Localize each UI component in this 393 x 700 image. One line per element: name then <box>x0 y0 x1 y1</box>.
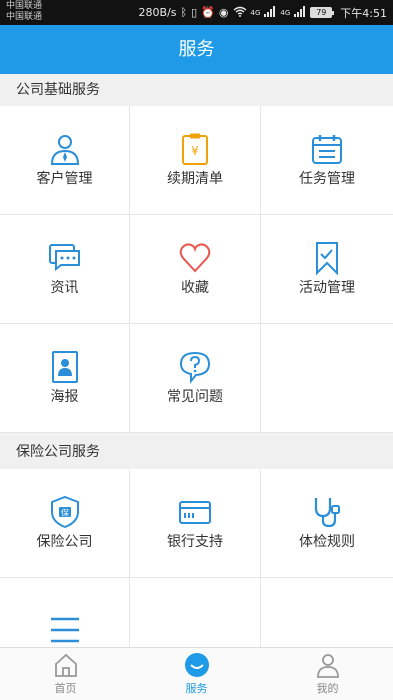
service-exam-rules[interactable]: 体检规则 <box>261 469 393 578</box>
empty-cell <box>261 324 393 433</box>
eye-icon: ◉ <box>218 6 229 19</box>
base-services-grid: 客户管理 ¥ 续期清单 任务管理 资讯 收藏 活动管理 海报 常见问题 <box>0 106 393 433</box>
service-label: 体检规则 <box>299 534 355 550</box>
chat-icon <box>48 244 80 272</box>
tab-service-label: 服务 <box>185 682 208 695</box>
bottom-tab-bar: 首页 服务 我的 <box>0 647 393 700</box>
service-activity[interactable]: 活动管理 <box>261 215 393 324</box>
service-label: 续期清单 <box>167 171 223 187</box>
carrier-info: 中国联通 中国联通 <box>6 1 42 23</box>
network-type-2: 4G <box>280 8 291 17</box>
bookmark-icon <box>316 242 338 275</box>
network-type-1: 4G <box>250 8 261 17</box>
home-icon <box>54 653 77 677</box>
bluetooth-icon: ᛒ <box>180 6 188 19</box>
vibrate-icon: ▯ <box>191 6 198 19</box>
service-renewal-list[interactable]: ¥ 续期清单 <box>130 106 261 215</box>
service-favorites[interactable]: 收藏 <box>130 215 261 324</box>
service-label: 保险公司 <box>36 534 93 550</box>
carrier-1: 中国联通 <box>6 1 43 11</box>
tab-mine-label: 我的 <box>316 682 339 695</box>
service-label: 海报 <box>50 389 79 405</box>
service-task[interactable]: 任务管理 <box>261 106 393 215</box>
wifi-icon <box>233 6 247 20</box>
service-label: 活动管理 <box>299 280 355 296</box>
poster-icon <box>51 351 78 383</box>
question-icon <box>179 351 211 384</box>
service-news[interactable]: 资讯 <box>0 215 130 324</box>
alarm-icon: ⏰ <box>201 6 215 19</box>
service-faq[interactable]: 常见问题 <box>130 324 261 433</box>
service-label: 客户管理 <box>36 171 93 187</box>
status-bar: 中国联通 中国联通 280B/s ᛒ ▯ ⏰ ◉ 4G 4G 79 下午4:51 <box>0 0 393 25</box>
calendar-icon <box>312 135 342 164</box>
signal-icon <box>264 5 276 20</box>
service-customer[interactable]: 客户管理 <box>0 106 130 215</box>
battery-icon: 79 <box>310 7 335 18</box>
page-title: 服务 <box>0 25 393 74</box>
service-label: 任务管理 <box>299 171 355 187</box>
section-header-insurer: 保险公司服务 <box>0 436 393 468</box>
tab-mine[interactable]: 我的 <box>262 648 393 700</box>
service-icon <box>184 653 209 677</box>
tab-home-label: 首页 <box>54 682 77 695</box>
bank-card-icon <box>179 501 211 524</box>
service-bank[interactable]: 银行支持 <box>130 469 261 578</box>
menu-icon <box>50 617 79 643</box>
heart-icon <box>179 243 211 273</box>
shield-icon: 保 <box>50 495 79 529</box>
service-label: 资讯 <box>50 280 79 296</box>
carrier-2: 中国联通 <box>6 12 43 22</box>
service-label: 银行支持 <box>167 534 223 550</box>
service-label: 常见问题 <box>167 389 223 405</box>
signal-icon <box>294 5 306 20</box>
service-poster[interactable]: 海报 <box>0 324 130 433</box>
net-speed: 280B/s <box>138 6 177 19</box>
section-header-base: 公司基础服务 <box>0 74 393 106</box>
stethoscope-icon <box>314 498 340 528</box>
tab-home[interactable]: 首页 <box>0 648 131 700</box>
service-label: 收藏 <box>181 280 209 296</box>
service-insurer[interactable]: 保 保险公司 <box>0 469 130 578</box>
customer-icon <box>50 135 79 165</box>
user-icon <box>316 654 339 678</box>
tab-service[interactable]: 服务 <box>131 648 262 700</box>
svg-text:保: 保 <box>61 508 69 518</box>
clock: 下午4:51 <box>340 6 387 20</box>
svg-text:¥: ¥ <box>191 144 199 158</box>
renewal-list-icon: ¥ <box>182 133 208 165</box>
